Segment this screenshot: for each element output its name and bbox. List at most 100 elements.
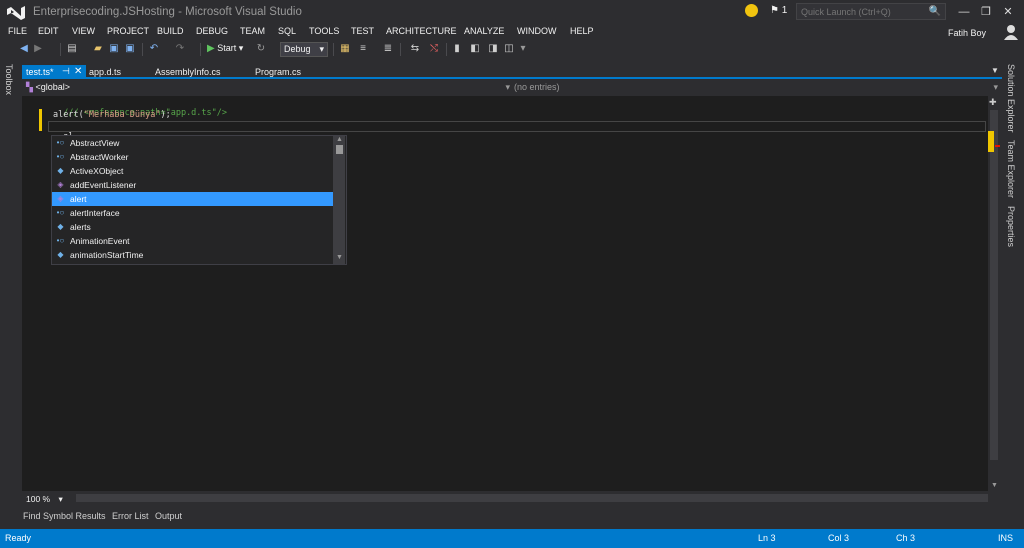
menu-architecture[interactable]: ARCHITECTURE [386,26,457,36]
menu-view[interactable]: VIEW [72,26,95,36]
scroll-down-icon[interactable]: ▼ [336,254,343,261]
redo-icon[interactable]: ↷ [174,43,186,55]
tab-label: Program.cs [255,67,302,77]
feedback-smiley-icon[interactable] [745,4,758,17]
undo-icon[interactable]: ↶ [148,43,160,55]
menu-edit[interactable]: EDIT [38,26,59,36]
completion-item[interactable]: ◆ ActiveXObject [52,164,333,178]
zoom-value: 100 % [26,494,51,504]
quick-launch-input[interactable] [797,4,925,19]
flag-icon: ⚑ [770,5,779,16]
editor-horizontal-scrollbar[interactable] [76,494,988,502]
quick-launch-box[interactable]: 🔍 [796,3,946,20]
save-icon[interactable]: ▣ [108,43,120,55]
notification-flag[interactable]: ⚑ 1 [770,5,787,16]
properties-tab[interactable]: Properties [1006,206,1016,247]
menu-sql[interactable]: SQL [278,26,296,36]
scroll-down-icon[interactable]: ▼ [991,482,998,489]
menu-team[interactable]: TEAM [240,26,265,36]
variable-icon: ◆ [57,222,64,231]
menu-file[interactable]: FILE [8,26,27,36]
completion-label: AbstractView [70,138,120,148]
menu-project[interactable]: PROJECT [107,26,149,36]
scroll-up-icon[interactable]: ▲ [336,136,343,143]
completion-item[interactable]: •○ AbstractView [52,136,333,150]
clear-bookmarks-icon[interactable]: ◫ [503,43,515,55]
restore-button[interactable]: ❐ [976,4,996,20]
zoom-level-dropdown[interactable]: 100 % ▾ [26,494,63,505]
menu-test[interactable]: TEST [351,26,374,36]
refresh-icon[interactable]: ↻ [255,43,267,55]
split-window-icon[interactable]: ✚ [989,97,997,108]
tab-find-symbol-results[interactable]: Find Symbol Results [23,511,106,521]
editor-scroll-thumb[interactable] [990,110,998,460]
toolbar-separator [333,43,334,56]
tab-program-cs[interactable]: Program.cs [251,65,305,79]
uncomment-lines-icon[interactable]: ≣ [382,43,394,55]
find-in-files-icon[interactable]: ▦ [339,43,351,55]
comment-lines-icon[interactable]: ≡ [357,43,369,55]
menu-build[interactable]: BUILD [157,26,184,36]
team-explorer-tab[interactable]: Team Explorer [1006,140,1016,198]
window-title: Enterprisecoding.JSHosting - Microsoft V… [33,6,302,18]
changed-lines-marker [39,109,42,131]
navigate-forward-icon[interactable]: ▶ [32,43,44,55]
solution-explorer-tab[interactable]: Solution Explorer [1006,64,1016,133]
tab-app-d-ts[interactable]: app.d.ts [85,65,125,79]
completion-item[interactable]: ◈ addEventListener [52,178,333,192]
completion-item[interactable]: •○ AbstractWorker [52,150,333,164]
toolbar-options-icon[interactable]: ▾ [517,43,529,55]
save-all-icon[interactable]: ▣ [124,43,136,55]
menu-window[interactable]: WINDOW [517,26,557,36]
solution-configuration-dropdown[interactable]: Debug ▾ [280,42,328,57]
tab-output[interactable]: Output [155,511,182,521]
members-dropdown[interactable]: (no entries) ▾ [514,82,1000,95]
completion-item[interactable]: •○ AnimationEvent [52,234,333,248]
visual-studio-logo-icon [6,4,26,20]
new-project-icon[interactable]: ▤ [66,43,78,55]
completion-label: alertInterface [70,208,120,218]
code-token: ); [160,110,171,120]
navigate-back-icon[interactable]: ◀ [18,43,30,55]
completion-item[interactable]: ◆ alerts [52,220,333,234]
next-bookmark-icon[interactable]: ◨ [487,43,499,55]
bookmark-icon[interactable]: ▮ [451,43,463,55]
code-line-2[interactable]: alert("Merhaba Dünya"); [53,110,171,120]
completion-item[interactable]: •○ alertInterface [52,206,333,220]
tab-assemblyinfo-cs[interactable]: AssemblyInfo.cs [151,65,225,79]
intellisense-scrollbar[interactable] [333,136,345,264]
toolbox-tab[interactable]: Toolbox [4,64,14,95]
menu-debug[interactable]: DEBUG [196,26,228,36]
pin-tab-icon[interactable]: ⊣ [62,66,70,77]
configuration-value: Debug [284,44,311,54]
menu-analyze[interactable]: ANALYZE [464,26,504,36]
user-name[interactable]: Fatih Boy [948,28,986,38]
minimize-button[interactable]: — [954,4,974,20]
tab-list-dropdown-icon[interactable]: ▼ [991,66,999,75]
status-column: Col 3 [828,533,850,543]
intellisense-scroll-thumb[interactable] [336,145,343,154]
scope-dropdown[interactable]: ▚ <global> ▾ [26,82,512,95]
status-line: Ln 3 [758,533,776,543]
close-tab-icon[interactable]: ✕ [74,66,82,77]
method-icon: ◈ [57,194,64,203]
completion-label: ActiveXObject [70,166,124,176]
interface-icon: •○ [56,138,65,147]
step-icon[interactable]: ⇆ [409,43,421,55]
menu-help[interactable]: HELP [570,26,594,36]
completion-item-selected[interactable]: ◈ alert [52,192,333,206]
variable-icon: ◆ [57,166,64,175]
completion-item[interactable]: ◆ animationStartTime [52,248,333,262]
notification-count: 1 [781,5,788,16]
toolbar-separator [60,43,61,56]
user-avatar-icon[interactable] [1003,24,1019,40]
search-icon[interactable]: 🔍 [929,6,941,17]
completion-label: addEventListener [70,180,137,190]
menu-tools[interactable]: TOOLS [309,26,339,36]
previous-bookmark-icon[interactable]: ◧ [469,43,481,55]
tab-error-list[interactable]: Error List [112,511,149,521]
open-file-icon[interactable]: ▰ [92,43,104,55]
close-button[interactable]: ✕ [998,4,1018,20]
start-debugging-button[interactable]: ▶ Start ▾ [207,43,243,54]
breakpoint-icon[interactable]: ⤭ [428,43,440,55]
